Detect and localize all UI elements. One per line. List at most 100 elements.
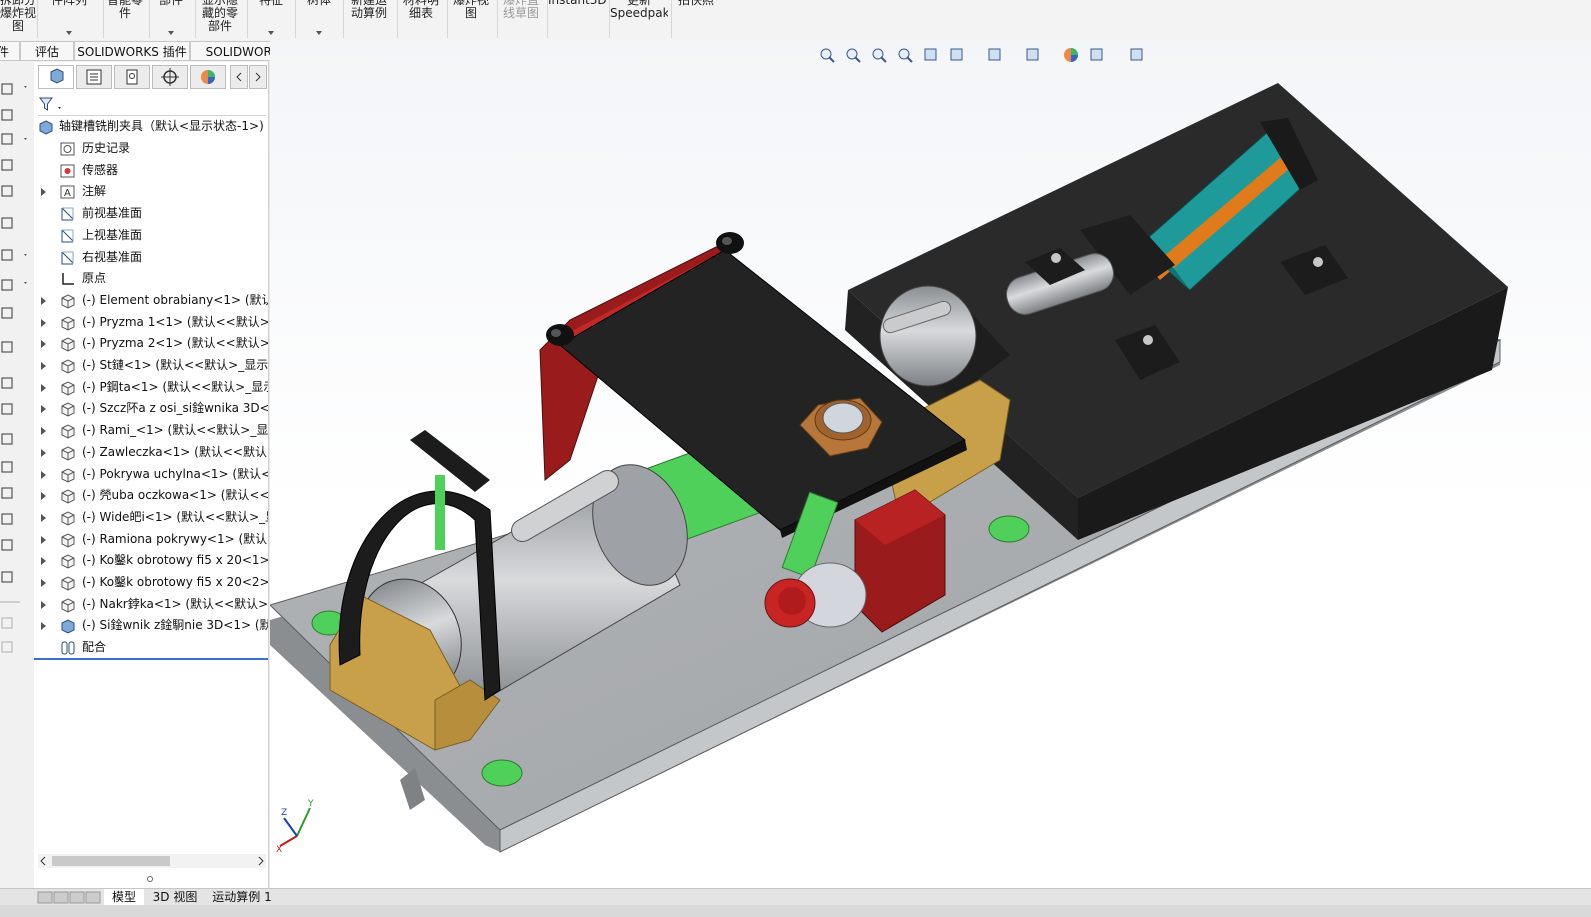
ribbon-button-0[interactable]: 拆卸分 爆炸视图 — [0, 0, 36, 38]
tree-item[interactable]: (-) P鋼ta<1> (默认<<默认>_显示 — [34, 377, 268, 398]
tab-property-manager[interactable] — [76, 65, 112, 89]
horizontal-scrollbar[interactable] — [38, 854, 266, 868]
tree-item-label: 注解 — [82, 184, 107, 199]
origin-icon — [62, 273, 74, 285]
expand-arrow-icon[interactable] — [41, 188, 46, 197]
ribbon-button-6[interactable]: 树体 — [296, 0, 342, 38]
expand-arrow-icon[interactable] — [41, 600, 46, 609]
tab-1[interactable]: 评估 — [20, 41, 74, 61]
expand-arrow-icon[interactable] — [41, 340, 46, 349]
tree-item[interactable]: (-) Ramiona pokrywy<1> (默认< — [34, 529, 268, 550]
ribbon-button-1[interactable]: 件阵列 — [38, 0, 100, 38]
ribbon-button-12[interactable]: 更新 Speedpak — [610, 0, 668, 38]
expand-arrow-icon[interactable] — [41, 470, 46, 479]
tab-dimxpert[interactable] — [152, 65, 188, 89]
tree-item[interactable]: (-) Rami_<1> (默认<<默认>_显示 — [34, 420, 268, 441]
tree-item[interactable]: (-) Pokrywa uchylna<1> (默认<< — [34, 464, 268, 485]
tree-item[interactable]: (-) Zawleczka<1> (默认<<默认>_ — [34, 442, 268, 463]
tab-0[interactable]: 件 — [0, 41, 20, 61]
plane-icon — [61, 229, 74, 243]
sensor-icon — [60, 164, 75, 178]
tree-item[interactable]: 历史记录 — [34, 138, 268, 159]
tab-navigation-arrows[interactable] — [36, 889, 106, 905]
expand-arrow-icon[interactable] — [41, 405, 46, 414]
ribbon-separator — [671, 0, 672, 38]
tree-item-label: 历史记录 — [82, 141, 131, 155]
bottom-tab-0[interactable]: 模型 — [104, 889, 144, 905]
tree-item[interactable]: (-) 焭uba oczkowa<1> (默认<<默 — [34, 485, 268, 506]
tree-item[interactable]: 上视基准面 — [34, 225, 268, 246]
chevron-down-icon — [168, 31, 174, 35]
expand-arrow-icon[interactable] — [41, 513, 46, 522]
ribbon-button-4[interactable]: 显示隐 藏的零 部件 — [196, 0, 244, 38]
expand-arrow-icon[interactable] — [41, 427, 46, 436]
tree-root-assembly[interactable]: 轴键槽铣削夹具（默认<显示状态-1>) — [34, 116, 268, 137]
expand-arrow-icon[interactable] — [41, 318, 46, 327]
ribbon-button-11[interactable]: Instant3D — [548, 0, 606, 38]
expand-arrow-icon[interactable] — [41, 383, 46, 392]
tree-item[interactable]: (-) Si鍂wnik z鍂駉nie 3D<1> (默认 — [34, 615, 268, 636]
ribbon-button-10[interactable]: 爆炸直 线草图 — [498, 0, 544, 38]
bottom-tab-2[interactable]: 运动算例 1 — [206, 889, 278, 905]
tree-item[interactable]: (-) St鏈<1> (默认<<默认>_显示状 — [34, 355, 268, 376]
ribbon-button-7[interactable]: 新建运 动算例 — [344, 0, 394, 38]
ribbon-button-3[interactable]: 部件 — [150, 0, 192, 38]
ribbon-button-8[interactable]: 材料明 细表 — [398, 0, 444, 38]
tree-filter[interactable] — [38, 95, 266, 116]
property-manager-icon — [86, 69, 102, 85]
ribbon-separator — [447, 0, 448, 38]
scroll-left-arrow-icon[interactable] — [38, 854, 48, 868]
tree-item[interactable]: (-) Nakr鋍ka<1> (默认<<默认>_显 — [34, 594, 268, 615]
expand-arrow-icon[interactable] — [41, 448, 46, 457]
ribbon-separator — [195, 0, 196, 38]
tree-item[interactable]: (-) Element obrabiany<1> (默认< — [34, 290, 268, 311]
bottom-tab-1[interactable]: 3D 视图 — [148, 889, 202, 905]
expand-arrow-icon[interactable] — [41, 296, 46, 305]
ribbon-button-2[interactable]: 智能零件 — [104, 0, 146, 38]
tab-configuration-manager[interactable] — [114, 65, 150, 89]
tab-2[interactable]: SOLIDWORKS 插件 — [74, 41, 190, 61]
expand-arrow-icon[interactable] — [41, 579, 46, 587]
bottom-tab-bar: 模型 3D 视图 运动算例 1 — [0, 888, 1591, 906]
graphics-area[interactable]: Y Z X — [270, 40, 1591, 891]
assembly-3d-model[interactable]: Y Z X — [270, 40, 1591, 891]
expand-arrow-icon[interactable] — [41, 362, 46, 370]
scroll-right-arrow-icon[interactable] — [256, 854, 266, 868]
mates-icon — [61, 641, 75, 655]
left-toolbar-icons[interactable] — [0, 62, 34, 897]
tab-feature-tree[interactable] — [38, 65, 74, 89]
ribbon-separator — [103, 0, 104, 38]
tree-item[interactable]: 传感器 — [34, 160, 268, 181]
tree-item-label: (-) Pryzma 2<1> (默认<<默认>_显 — [82, 336, 268, 351]
expand-arrow-icon[interactable] — [41, 535, 46, 544]
tab-scroll-right[interactable] — [249, 65, 267, 89]
tab-scroll-left[interactable] — [230, 65, 248, 89]
ribbon-button-9[interactable]: 爆炸视图 — [448, 0, 494, 38]
tree-item[interactable]: (-) Ko鑿k obrotowy fi5 x 20<2> — [34, 572, 268, 593]
feature-manager-tabs — [34, 65, 268, 91]
part-icon — [61, 446, 75, 461]
tree-item[interactable]: 右视基准面 — [34, 247, 268, 268]
expand-arrow-icon[interactable] — [41, 557, 46, 566]
scrollbar-thumb[interactable] — [52, 856, 170, 866]
ribbon-button-13[interactable]: 拍快照 — [672, 0, 720, 38]
tree-item[interactable]: (-) Wide皅i<1> (默认<<默认>_显 — [34, 507, 268, 528]
expand-arrow-icon[interactable] — [41, 492, 46, 501]
tree-item[interactable]: (-) Pryzma 2<1> (默认<<默认>_显 — [34, 333, 268, 354]
expand-arrow-icon[interactable] — [41, 622, 46, 631]
tree-item-label: (-) Ko鑿k obrotowy fi5 x 20<2> — [82, 575, 268, 589]
tree-item[interactable]: (-) Pryzma 1<1> (默认<<默认>_显 — [34, 312, 268, 333]
splitter-handle-icon[interactable] — [145, 874, 155, 884]
tab-display-manager[interactable] — [190, 65, 226, 89]
tree-item-label: 传感器 — [82, 162, 119, 177]
tree-item[interactable]: 前视基准面 — [34, 203, 268, 224]
part-icon — [61, 316, 75, 331]
tree-item[interactable]: 配合 — [34, 637, 268, 658]
tree-item[interactable]: (-) Ko鑿k obrotowy fi5 x 20<1> — [34, 550, 268, 571]
ribbon-button-5[interactable]: 特征 — [248, 0, 294, 38]
status-bar — [0, 905, 1591, 917]
tree-item[interactable]: (-) Szcz阫a z osi_si鍂wnika 3D<1 — [34, 398, 268, 419]
tree-item[interactable]: A 注解 — [34, 181, 268, 202]
rollback-bar[interactable] — [34, 658, 268, 660]
tree-item[interactable]: 原点 — [34, 268, 268, 289]
